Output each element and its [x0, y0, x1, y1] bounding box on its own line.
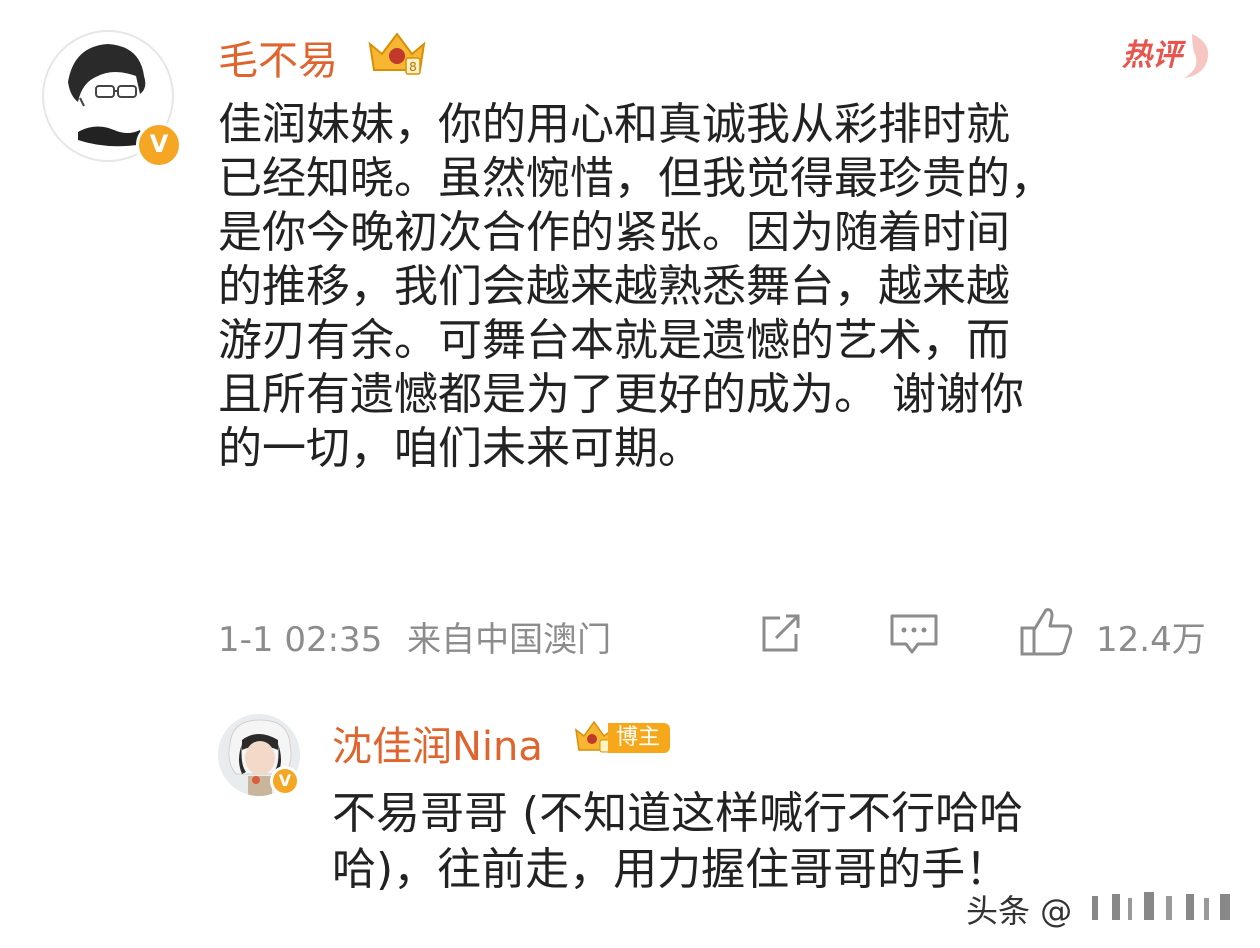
crown-member-icon: 8	[368, 32, 426, 75]
svg-text:8: 8	[409, 60, 417, 74]
comment-line: 游刃有余。可舞台本就是遗憾的艺术，而	[218, 315, 1010, 366]
reply-line: 哈)，往前走，用力握住哥哥的手！	[332, 844, 1010, 895]
watermark: 头条 @	[966, 892, 1073, 930]
like-count: 12.4万	[1096, 620, 1206, 660]
comment-line: 是你今晚初次合作的紧张。因为随着时间	[218, 207, 1010, 258]
verified-badge-icon: V	[136, 122, 182, 168]
comment-meta: 1-1 02:35 来自中国澳门	[218, 612, 611, 661]
reply-avatar[interactable]: V	[218, 714, 300, 796]
main-avatar[interactable]: V	[42, 30, 182, 168]
reply-body: 不易哥哥 (不知道这样喊行不行哈哈 哈)，往前走，用力握住哥哥的手！	[332, 786, 1212, 898]
hot-label-text: 热评	[1122, 38, 1182, 73]
hot-comment-label: 热评	[1122, 30, 1222, 80]
blogger-tag-label: 博主	[608, 723, 671, 753]
comment-icon[interactable]	[888, 612, 940, 658]
comment-line: 佳润妹妹，你的用心和真诚我从彩排时就	[218, 99, 1010, 150]
comment-username[interactable]: 毛不易	[218, 28, 338, 86]
share-icon[interactable]	[758, 612, 806, 656]
location: 来自中国澳门	[407, 620, 612, 660]
verified-badge-icon: V	[270, 766, 300, 796]
reply-line: 不易哥哥 (不知道这样喊行不行哈哈	[332, 788, 1024, 839]
comment-line: 且所有遗憾都是为了更好的成为。 谢谢你	[218, 369, 1024, 420]
comment-line: 已经知晓。虽然惋惜，但我觉得最珍贵的，	[218, 153, 1054, 204]
reply-username[interactable]: 沈佳润Nina	[332, 714, 543, 772]
timestamp: 1-1 02:35	[218, 620, 383, 660]
blogger-tag: 博主	[574, 720, 671, 756]
watermark-graphic	[1092, 892, 1230, 920]
comment-line: 的推移，我们会越来越熟悉舞台，越来越	[218, 261, 1010, 312]
comment-line: 的一切，咱们未来可期。	[218, 423, 702, 474]
thumbs-up-icon[interactable]	[1018, 604, 1076, 658]
comment-body: 佳润妹妹，你的用心和真诚我从彩排时就 已经知晓。虽然惋惜，但我觉得最珍贵的， 是…	[218, 98, 1218, 476]
